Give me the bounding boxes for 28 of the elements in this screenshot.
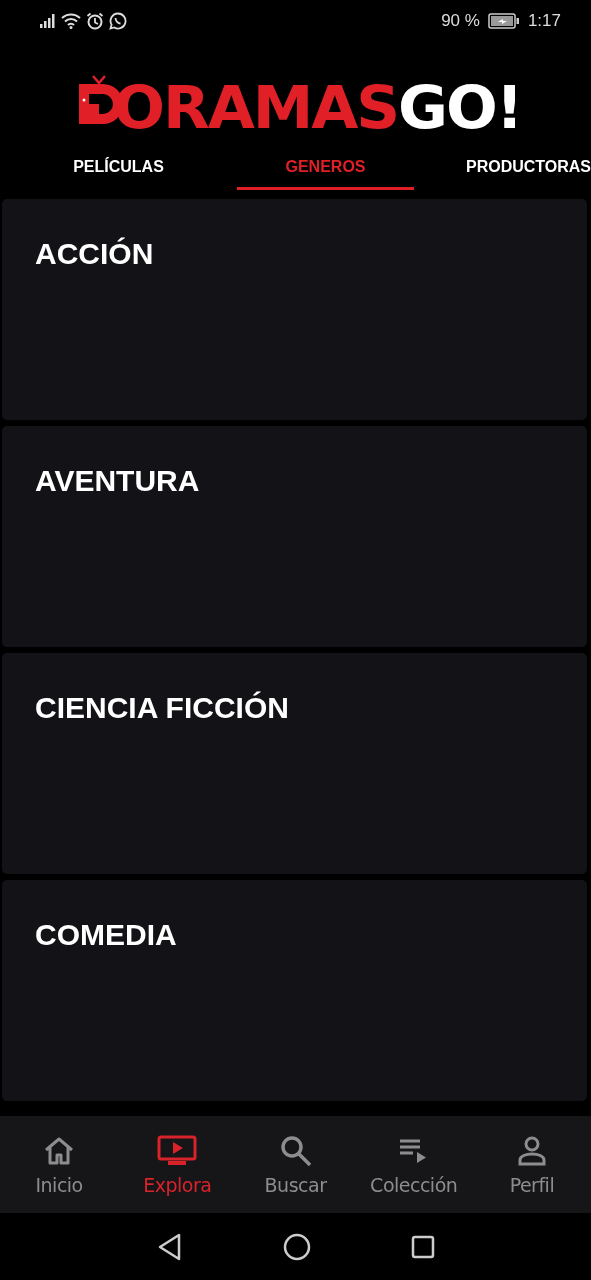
recents-icon[interactable] xyxy=(410,1234,435,1259)
search-icon xyxy=(279,1134,312,1167)
playlist-icon xyxy=(399,1137,428,1164)
battery-percent: 90 % xyxy=(441,11,480,31)
person-icon xyxy=(516,1135,547,1166)
tv-play-icon xyxy=(157,1134,198,1167)
battery-icon xyxy=(487,13,520,29)
clock-time: 1:17 xyxy=(527,11,561,31)
nav-tab[interactable]: Explora xyxy=(118,1116,237,1213)
genre-card[interactable]: COMEDIA xyxy=(2,880,587,1101)
home-circle-icon[interactable] xyxy=(282,1232,311,1261)
wifi-icon xyxy=(61,13,81,29)
back-icon[interactable] xyxy=(156,1232,183,1261)
genre-card[interactable]: AVENTURA xyxy=(2,426,587,647)
logo-text: ORAMASGO! xyxy=(113,84,522,132)
alarm-icon xyxy=(86,12,104,30)
genre-card[interactable]: ACCIÓN xyxy=(2,199,587,420)
tab[interactable]: PRODUCTORAS xyxy=(414,146,591,190)
nav-tab[interactable]: Colección xyxy=(354,1116,473,1213)
nav-tab[interactable]: Buscar xyxy=(236,1116,355,1213)
genre-card[interactable]: CIENCIA FICCIÓN xyxy=(2,653,587,874)
chat-bubble-icon xyxy=(109,12,127,30)
home-icon xyxy=(43,1135,76,1166)
tab[interactable]: GENEROS xyxy=(237,146,414,190)
signal-icon xyxy=(40,14,56,28)
nav-tab[interactable]: Perfil xyxy=(472,1116,591,1213)
tab[interactable]: PELÍCULAS xyxy=(0,146,237,190)
nav-tab[interactable]: Inicio xyxy=(0,1116,119,1213)
